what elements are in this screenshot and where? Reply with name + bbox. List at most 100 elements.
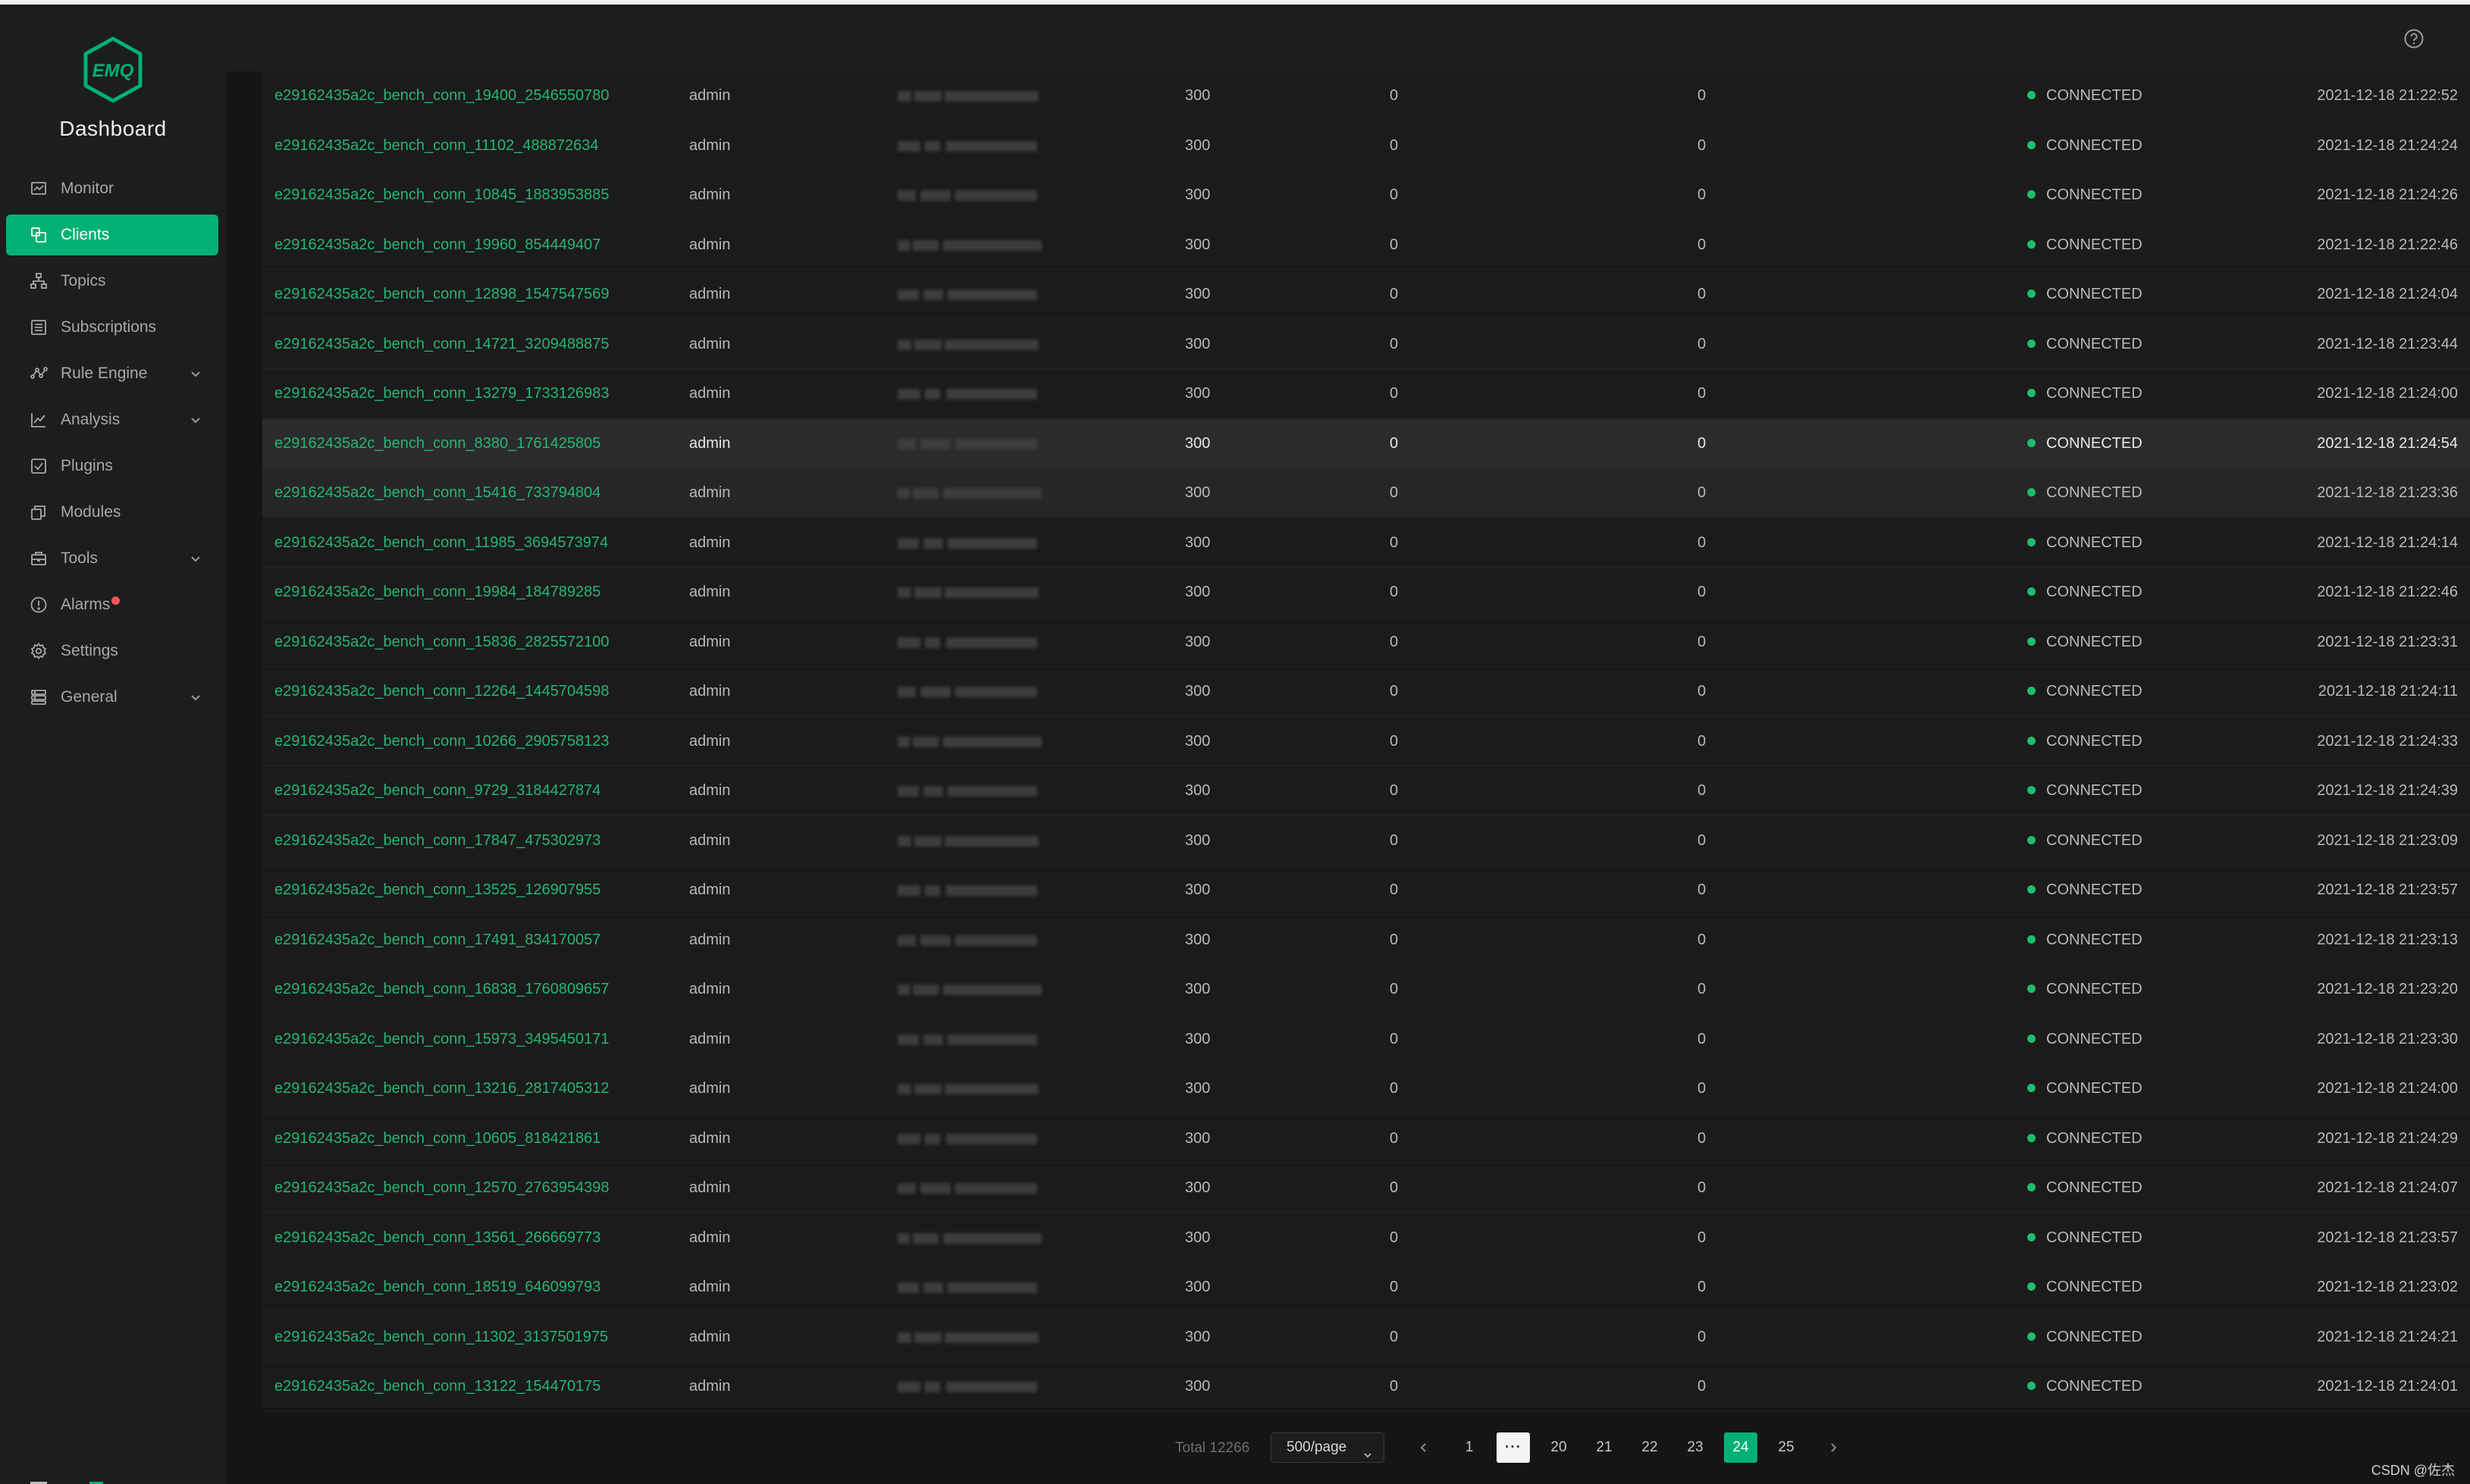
- keepalive-cell: 300: [1185, 1229, 1211, 1246]
- table-row: e29162435a2c_bench_conn_10266_2905758123…: [262, 717, 2470, 766]
- count-cell: 0: [1390, 136, 1399, 154]
- sidebar-item-monitor[interactable]: Monitor: [6, 168, 218, 209]
- client-id-link[interactable]: e29162435a2c_bench_conn_12570_2763954398: [274, 1163, 610, 1213]
- client-id-link[interactable]: e29162435a2c_bench_conn_11102_488872634: [274, 121, 598, 171]
- sidebar-item-general[interactable]: General: [6, 677, 218, 718]
- username-cell: admin: [689, 1378, 731, 1395]
- next-page-button[interactable]: [1816, 1432, 1850, 1463]
- client-id-link[interactable]: e29162435a2c_bench_conn_9729_3184427874: [274, 766, 600, 816]
- prev-page-button[interactable]: [1407, 1432, 1440, 1463]
- client-id-link[interactable]: e29162435a2c_bench_conn_19960_854449407: [274, 221, 600, 270]
- client-id-link[interactable]: e29162435a2c_bench_conn_13525_126907955: [274, 866, 600, 915]
- status-text: CONNECTED: [2046, 1080, 2142, 1097]
- username-cell: admin: [689, 434, 731, 452]
- client-id-link[interactable]: e29162435a2c_bench_conn_12264_1445704598: [274, 667, 610, 716]
- status-dot-icon: [2027, 339, 2036, 348]
- client-id-link[interactable]: e29162435a2c_bench_conn_19984_184789285: [274, 568, 600, 617]
- count-cell: 0: [1390, 385, 1399, 402]
- client-id-link[interactable]: e29162435a2c_bench_conn_13216_2817405312: [274, 1064, 610, 1113]
- sidebar-item-label: Alarms: [61, 596, 111, 613]
- client-id-link[interactable]: e29162435a2c_bench_conn_15836_2825572100: [274, 618, 610, 667]
- brand[interactable]: EMQ Dashboard: [0, 35, 226, 141]
- alarm-badge-dot: [111, 596, 121, 605]
- client-id-link[interactable]: e29162435a2c_bench_conn_13279_1733126983: [274, 369, 610, 418]
- client-id-link[interactable]: e29162435a2c_bench_conn_16838_1760809657: [274, 965, 610, 1014]
- ip-address-redacted: [898, 634, 1042, 651]
- topics-icon: [29, 271, 49, 291]
- client-id-link[interactable]: e29162435a2c_bench_conn_10266_2905758123: [274, 717, 610, 766]
- keepalive-cell: 300: [1185, 1030, 1211, 1047]
- client-id-link[interactable]: e29162435a2c_bench_conn_18519_646099793: [274, 1263, 600, 1312]
- page-button[interactable]: 20: [1542, 1432, 1575, 1463]
- client-id-link[interactable]: e29162435a2c_bench_conn_15416_733794804: [274, 468, 600, 518]
- page-button[interactable]: 24: [1724, 1432, 1757, 1463]
- page-button[interactable]: 25: [1769, 1432, 1803, 1463]
- keepalive-cell: 300: [1185, 633, 1211, 650]
- client-id-link[interactable]: e29162435a2c_bench_conn_12898_1547547569: [274, 270, 610, 319]
- client-id-link[interactable]: e29162435a2c_bench_conn_14721_3209488875: [274, 320, 610, 369]
- count-cell: 0: [1697, 1030, 1707, 1047]
- count-cell: 0: [1697, 136, 1707, 154]
- chevron-down-icon[interactable]: [190, 551, 202, 563]
- modules-icon: [29, 502, 49, 522]
- client-id-link[interactable]: e29162435a2c_bench_conn_13122_154470175: [274, 1362, 600, 1411]
- chevron-down-icon[interactable]: [190, 366, 202, 378]
- client-id-link[interactable]: e29162435a2c_bench_conn_8380_1761425805: [274, 419, 600, 468]
- sidebar-item-tools[interactable]: Tools: [6, 538, 218, 579]
- username-cell: admin: [689, 335, 731, 352]
- client-id-link[interactable]: e29162435a2c_bench_conn_11302_3137501975: [274, 1313, 608, 1362]
- client-id-link[interactable]: e29162435a2c_bench_conn_10845_1883953885: [274, 171, 610, 220]
- table-row: e29162435a2c_bench_conn_19400_2546550780…: [262, 71, 2470, 121]
- chevron-down-icon[interactable]: [190, 690, 202, 702]
- sidebar-footer: [30, 1479, 121, 1484]
- client-id-link[interactable]: e29162435a2c_bench_conn_19400_2546550780: [274, 71, 610, 121]
- status-dot-icon: [2027, 91, 2036, 99]
- username-cell: admin: [689, 782, 731, 799]
- page-button[interactable]: 1: [1453, 1432, 1486, 1463]
- page-button[interactable]: 23: [1679, 1432, 1712, 1463]
- status-text: CONNECTED: [2046, 335, 2142, 352]
- page-size-select[interactable]: 500/page: [1271, 1432, 1384, 1463]
- count-cell: 0: [1390, 484, 1399, 501]
- client-id-link[interactable]: e29162435a2c_bench_conn_17847_475302973: [274, 816, 600, 866]
- count-cell: 0: [1390, 584, 1399, 600]
- sidebar-item-clients[interactable]: Clients: [6, 214, 218, 255]
- keepalive-cell: 300: [1185, 1179, 1211, 1196]
- client-id-link[interactable]: e29162435a2c_bench_conn_10605_818421861: [274, 1114, 600, 1163]
- ip-address-redacted: [898, 1329, 1042, 1346]
- sidebar-item-modules[interactable]: Modules: [6, 492, 218, 533]
- sidebar-item-alarms[interactable]: Alarms: [6, 584, 218, 625]
- client-id-link[interactable]: e29162435a2c_bench_conn_17491_834170057: [274, 916, 600, 965]
- username-cell: admin: [689, 1080, 731, 1097]
- client-id-link[interactable]: e29162435a2c_bench_conn_15973_3495450171: [274, 1015, 610, 1064]
- ip-address-redacted: [898, 833, 1042, 850]
- count-cell: 0: [1697, 633, 1707, 650]
- status-cell: CONNECTED: [2027, 618, 2142, 667]
- chevron-down-icon[interactable]: [190, 412, 202, 424]
- sidebar-item-subscriptions[interactable]: Subscriptions: [6, 307, 218, 348]
- help-icon[interactable]: [2403, 28, 2425, 49]
- ip-address-redacted: [898, 386, 1042, 402]
- connected-at-cell: 2021-12-18 21:24:26: [2317, 186, 2458, 203]
- client-id-link[interactable]: e29162435a2c_bench_conn_11985_3694573974: [274, 518, 608, 568]
- connected-at-cell: 2021-12-18 21:24:11: [2318, 683, 2458, 700]
- client-id-link[interactable]: e29162435a2c_bench_conn_13561_266669773: [274, 1213, 600, 1263]
- page-more-button[interactable]: ···: [1497, 1432, 1530, 1463]
- ip-address-redacted: [898, 783, 1042, 800]
- page-button[interactable]: 21: [1588, 1432, 1621, 1463]
- connected-at-cell: 2021-12-18 21:24:24: [2317, 136, 2458, 154]
- keepalive-cell: 300: [1185, 584, 1211, 600]
- sidebar-item-topics[interactable]: Topics: [6, 261, 218, 302]
- count-cell: 0: [1390, 1279, 1399, 1295]
- sidebar-item-analysis[interactable]: Analysis: [6, 399, 218, 440]
- keepalive-cell: 300: [1185, 1378, 1211, 1395]
- status-cell: CONNECTED: [2027, 1313, 2142, 1362]
- connected-at-cell: 2021-12-18 21:24:29: [2317, 1129, 2458, 1147]
- sidebar-item-rule-engine[interactable]: Rule Engine: [6, 353, 218, 394]
- page-button[interactable]: 22: [1633, 1432, 1666, 1463]
- sidebar-item-plugins[interactable]: Plugins: [6, 446, 218, 487]
- ip-address-redacted: [898, 684, 1042, 700]
- sidebar-item-settings[interactable]: Settings: [6, 631, 218, 672]
- status-dot-icon: [2027, 240, 2036, 249]
- username-cell: admin: [689, 881, 731, 898]
